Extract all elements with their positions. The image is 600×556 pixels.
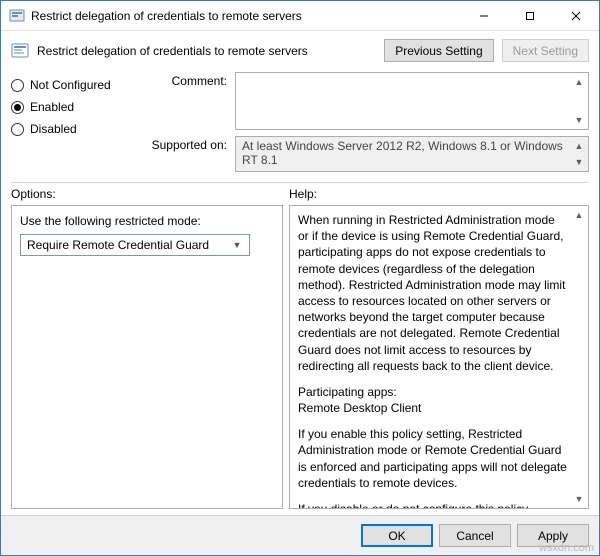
restricted-mode-dropdown[interactable]: Require Remote Credential Guard ▼ <box>20 234 250 256</box>
comment-scrollbar[interactable]: ▲ ▼ <box>571 74 587 128</box>
help-panel: When running in Restricted Administratio… <box>289 205 589 509</box>
previous-setting-label: Previous Setting <box>395 44 482 58</box>
comment-label: Comment: <box>137 72 227 130</box>
ok-button[interactable]: OK <box>361 524 433 547</box>
apply-button[interactable]: Apply <box>517 524 589 547</box>
options-help-labels: Options: Help: <box>1 185 599 205</box>
dialog-button-row: OK Cancel Apply <box>1 515 599 555</box>
radio-not-configured[interactable]: Not Configured <box>11 78 137 92</box>
radio-disabled[interactable]: Disabled <box>11 122 137 136</box>
window-controls <box>461 1 599 30</box>
cancel-button[interactable]: Cancel <box>439 524 511 547</box>
cancel-label: Cancel <box>456 529 493 543</box>
help-label: Help: <box>289 187 589 201</box>
help-paragraph: If you enable this policy setting, Restr… <box>298 426 568 491</box>
scroll-down-icon[interactable]: ▼ <box>571 112 587 128</box>
state-radio-group: Not Configured Enabled Disabled <box>11 72 137 172</box>
scroll-down-icon[interactable]: ▼ <box>571 491 587 507</box>
window-title: Restrict delegation of credentials to re… <box>31 9 461 23</box>
help-paragraph: When running in Restricted Administratio… <box>298 212 568 374</box>
supported-on-value: At least Windows Server 2012 R2, Windows… <box>242 139 563 167</box>
radio-icon <box>11 79 24 92</box>
policy-icon <box>11 42 29 60</box>
divider <box>11 182 589 183</box>
close-button[interactable] <box>553 1 599 30</box>
restricted-mode-label: Use the following restricted mode: <box>20 214 274 228</box>
radio-icon <box>11 123 24 136</box>
scroll-up-icon[interactable]: ▲ <box>571 207 587 223</box>
supported-row: Supported on: At least Windows Server 20… <box>137 136 589 172</box>
scroll-up-icon[interactable]: ▲ <box>571 74 587 90</box>
radio-icon <box>11 101 24 114</box>
apply-label: Apply <box>538 529 568 543</box>
radio-enabled[interactable]: Enabled <box>11 100 137 114</box>
options-help-panels: Use the following restricted mode: Requi… <box>1 205 599 515</box>
help-scrollbar[interactable]: ▲ ▼ <box>571 207 587 507</box>
minimize-button[interactable] <box>461 1 507 30</box>
help-paragraph: Participating apps: Remote Desktop Clien… <box>298 384 568 416</box>
options-label: Options: <box>11 187 289 201</box>
help-text: Remote Desktop Client <box>298 401 421 415</box>
ok-label: OK <box>388 529 405 543</box>
policy-title: Restrict delegation of credentials to re… <box>37 44 376 58</box>
comment-row: Comment: ▲ ▼ <box>137 72 589 130</box>
scroll-down-icon[interactable]: ▼ <box>571 154 587 170</box>
radio-label-not-configured: Not Configured <box>30 78 111 92</box>
scroll-up-icon[interactable]: ▲ <box>571 138 587 154</box>
radio-label-enabled: Enabled <box>30 100 74 114</box>
config-area: Not Configured Enabled Disabled Comment:… <box>1 68 599 178</box>
maximize-button[interactable] <box>507 1 553 30</box>
header-row: Restrict delegation of credentials to re… <box>1 31 599 68</box>
dropdown-value: Require Remote Credential Guard <box>27 238 225 252</box>
chevron-down-icon: ▼ <box>229 240 245 250</box>
previous-setting-button[interactable]: Previous Setting <box>384 39 493 62</box>
supported-on-box: At least Windows Server 2012 R2, Windows… <box>235 136 589 172</box>
help-text: Participating apps: <box>298 385 397 399</box>
fields-column: Comment: ▲ ▼ Supported on: At least Wind… <box>137 72 589 172</box>
supported-scrollbar[interactable]: ▲ ▼ <box>571 138 587 170</box>
next-setting-label: Next Setting <box>513 44 578 58</box>
dialog-window: Restrict delegation of credentials to re… <box>0 0 600 556</box>
policy-app-icon <box>9 8 25 24</box>
supported-on-label: Supported on: <box>137 136 227 172</box>
options-panel: Use the following restricted mode: Requi… <box>11 205 283 509</box>
next-setting-button[interactable]: Next Setting <box>502 39 589 62</box>
comment-textarea[interactable]: ▲ ▼ <box>235 72 589 130</box>
radio-label-disabled: Disabled <box>30 122 77 136</box>
help-paragraph: If you disable or do not configure this … <box>298 501 568 509</box>
titlebar: Restrict delegation of credentials to re… <box>1 1 599 31</box>
